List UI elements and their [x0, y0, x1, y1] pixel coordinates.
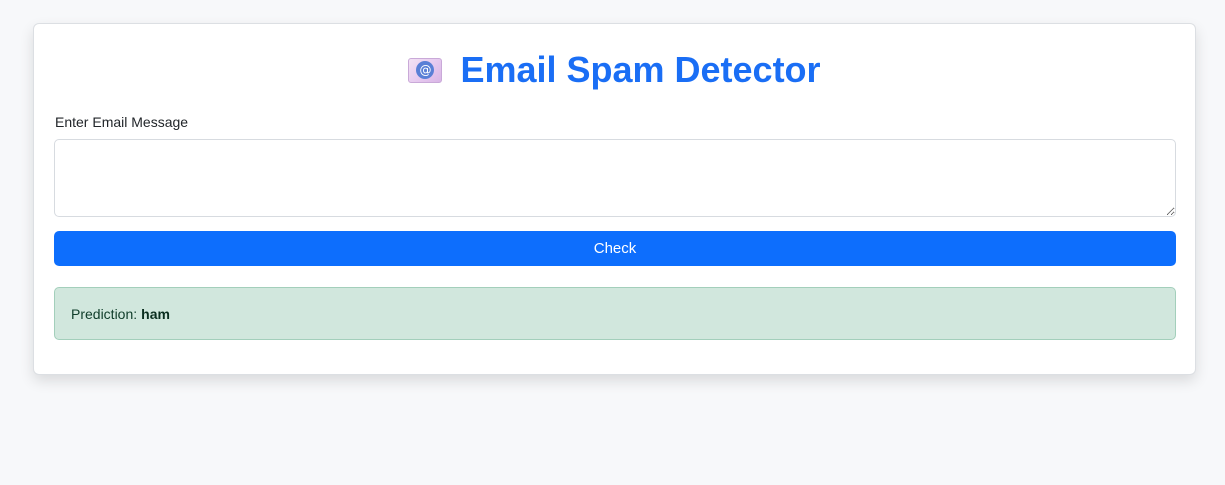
email-envelope-icon: @: [408, 57, 443, 83]
prediction-prefix: Prediction:: [71, 305, 138, 322]
header: @ Email Spam Detector: [34, 47, 1195, 93]
prediction-alert: Prediction: ham: [54, 287, 1176, 340]
page-title: Email Spam Detector: [460, 49, 821, 90]
email-message-input[interactable]: [54, 139, 1176, 217]
detector-card: @ Email Spam Detector Enter Email Messag…: [33, 23, 1196, 375]
prediction-value: ham: [141, 305, 170, 322]
at-sign-icon: @: [416, 61, 435, 79]
message-label: Enter Email Message: [55, 114, 189, 130]
check-button[interactable]: Check: [54, 231, 1176, 266]
